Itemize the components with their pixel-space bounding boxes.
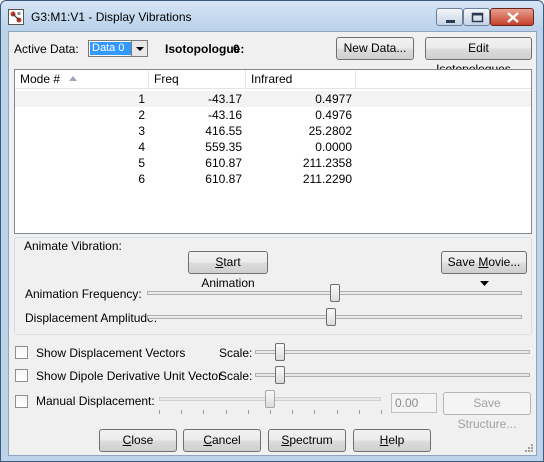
mode-cell: 3	[138, 124, 145, 138]
slider-tick	[336, 410, 338, 414]
slider-tick	[358, 410, 360, 414]
column-header-mode[interactable]: Mode #	[15, 70, 149, 89]
close-label: Close	[122, 433, 154, 447]
column-header-infrared[interactable]: Infrared	[246, 70, 356, 89]
table-row[interactable]: 2 -43.16 0.4976	[15, 107, 531, 123]
vectors-scale-thumb[interactable]	[274, 343, 285, 361]
mode-cell: 5	[138, 156, 145, 170]
mode-cell: 1	[138, 92, 145, 106]
infrared-cell: 0.0000	[315, 140, 352, 154]
minimize-icon	[446, 20, 455, 23]
chevron-down-icon	[136, 47, 144, 51]
display-vibrations-window: G3:M1:V1 - Display Vibrations Active Dat…	[0, 0, 544, 462]
gaussview-app-icon	[8, 9, 24, 25]
displacement-amplitude-thumb[interactable]	[325, 308, 336, 326]
freq-cell: 610.87	[205, 172, 242, 186]
active-data-label: Active Data:	[14, 42, 79, 56]
infrared-cell: 0.4976	[315, 108, 352, 122]
close-button[interactable]: Close	[99, 429, 177, 452]
table-row[interactable]: 4 559.35 0.0000	[15, 139, 531, 155]
freq-cell: -43.16	[207, 108, 242, 122]
help-label: Help	[379, 433, 405, 447]
freq-cell: 559.35	[205, 140, 242, 154]
dipole-scale-thumb[interactable]	[274, 366, 285, 384]
cancel-button[interactable]: Cancel	[183, 429, 261, 452]
help-button[interactable]: Help	[353, 429, 431, 452]
column-header-freq[interactable]: Freq	[149, 70, 246, 89]
show-displacement-vectors-label: Show Displacement Vectors	[36, 346, 186, 360]
manual-displacement-thumb[interactable]	[265, 390, 275, 408]
slider-tick	[247, 410, 249, 414]
dialog-body: Active Data: Data 0 Isotopologue: 0 New …	[8, 31, 537, 456]
infrared-cell: 25.2802	[308, 124, 352, 138]
new-data-button[interactable]: New Data...	[336, 37, 414, 60]
table-row[interactable]: 5 610.87 211.2358	[15, 155, 531, 171]
save-structure-button[interactable]: Save Structure...	[443, 392, 531, 431]
sort-ascending-icon	[69, 76, 77, 81]
maximize-button[interactable]	[463, 8, 490, 26]
displacement-amplitude-label: Displacement Amplitude:	[25, 311, 158, 325]
slider-tick	[270, 410, 271, 414]
dropdown-arrow-icon	[479, 280, 489, 286]
dipole-scale-label: Scale:	[219, 369, 253, 383]
table-row[interactable]: 1 -43.17 0.4977	[15, 91, 531, 107]
save-movie-button[interactable]: Save Movie...	[441, 251, 527, 286]
show-displacement-vectors-checkbox[interactable]	[15, 346, 28, 359]
active-data-dropdown[interactable]: Data 0	[88, 40, 148, 57]
table-row[interactable]: 6 610.87 211.2290	[15, 171, 531, 187]
slider-tick	[292, 410, 294, 414]
start-animation-button[interactable]: Start Animation	[188, 251, 268, 290]
freq-cell: 610.87	[205, 156, 242, 170]
infrared-cell: 211.2358	[302, 156, 352, 170]
vectors-scale-label: Scale:	[219, 346, 253, 360]
spectrum-label: Spectrum	[281, 433, 333, 447]
spectrum-button[interactable]: Spectrum	[268, 429, 346, 452]
manual-displacement-checkbox[interactable]	[15, 395, 28, 408]
save-movie-label: Save Movie...	[447, 255, 521, 269]
close-icon	[507, 12, 519, 23]
edit-isotopologues-button[interactable]: Edit Isotopologues...	[425, 37, 532, 76]
table-row[interactable]: 3 416.55 25.2802	[15, 123, 531, 139]
show-dipole-derivative-label: Show Dipole Derivative Unit Vector	[36, 369, 223, 383]
start-animation-label: Start Animation	[201, 255, 255, 290]
slider-tick	[225, 410, 227, 414]
maximize-icon	[471, 12, 484, 23]
manual-displacement-input[interactable]: 0.00	[391, 393, 437, 413]
vectors-scale-slider[interactable]	[255, 350, 530, 354]
animation-frequency-label: Animation Frequency:	[25, 287, 142, 301]
freq-cell: -43.17	[207, 92, 242, 106]
vibrations-table[interactable]: Mode # Freq Infrared 1 -43.17 0.4977 2 -…	[14, 69, 532, 234]
slider-tick	[203, 410, 205, 414]
mode-cell: 6	[138, 172, 145, 186]
animation-frequency-thumb[interactable]	[329, 284, 340, 302]
freq-cell: 416.55	[205, 124, 242, 138]
resize-grip-icon[interactable]	[522, 441, 534, 453]
slider-tick	[381, 410, 382, 414]
mode-cell: 2	[138, 108, 145, 122]
slider-tick	[159, 410, 160, 414]
dipole-scale-slider[interactable]	[255, 373, 530, 377]
infrared-cell: 211.2290	[302, 172, 352, 186]
animate-vibration-label: Animate Vibration:	[24, 239, 122, 253]
close-window-button[interactable]	[490, 8, 534, 26]
minimize-button[interactable]	[436, 8, 463, 26]
cancel-label: Cancel	[203, 433, 241, 447]
slider-tick	[181, 410, 183, 414]
infrared-cell: 0.4977	[315, 92, 352, 106]
table-header: Mode # Freq Infrared	[15, 70, 531, 89]
slider-tick	[314, 410, 316, 414]
dropdown-arrow[interactable]	[131, 41, 147, 56]
mode-cell: 4	[138, 140, 145, 154]
show-dipole-derivative-checkbox[interactable]	[15, 369, 28, 382]
column-label-mode: Mode #	[20, 72, 61, 86]
active-data-value: Data 0	[90, 42, 132, 55]
isotopologue-value: 0	[233, 42, 240, 56]
manual-displacement-label: Manual Displacement:	[36, 394, 155, 408]
title-bar[interactable]: G3:M1:V1 - Display Vibrations	[1, 1, 543, 31]
window-title: G3:M1:V1 - Display Vibrations	[31, 10, 192, 24]
